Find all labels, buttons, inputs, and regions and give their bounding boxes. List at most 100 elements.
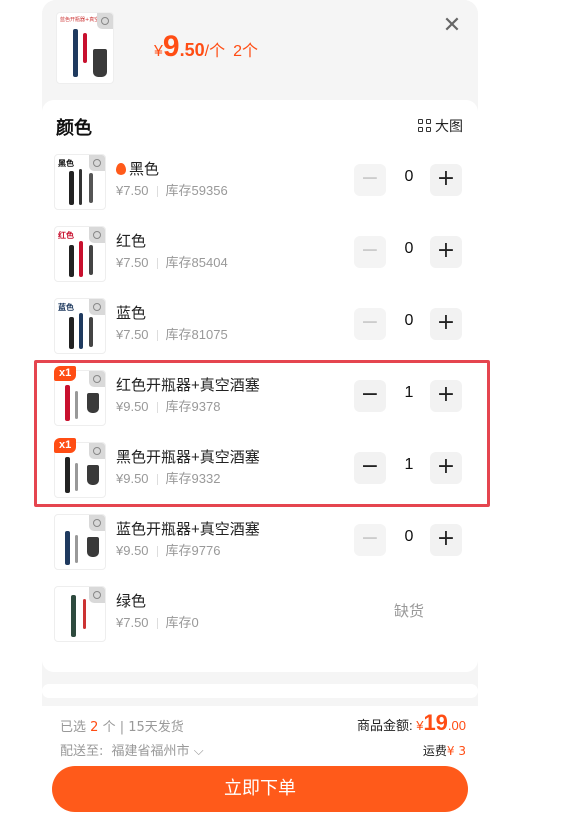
divider — [156, 258, 158, 270]
quantity-value[interactable]: 0 — [394, 312, 424, 330]
variant-name: 蓝色开瓶器+真空酒塞 — [116, 521, 260, 538]
chevron-down-icon[interactable]: ⌵ — [194, 744, 204, 759]
opener-image — [73, 29, 78, 77]
magnify-icon[interactable] — [97, 13, 113, 29]
variant-thumbnail[interactable]: 黑色 — [54, 154, 106, 210]
variant-price: ¥9.50 — [116, 471, 149, 486]
opener-image — [69, 171, 74, 205]
stopper-image — [87, 537, 99, 557]
checkout-footer: 已选 2 个 | 15天发货 配送至: 福建省福州市 ⌵ 商品金额: ¥19.0… — [42, 706, 478, 830]
decrease-button[interactable]: − — [354, 236, 386, 268]
increase-button[interactable]: + — [430, 452, 462, 484]
magnify-icon[interactable] — [89, 371, 105, 387]
opener-image — [79, 241, 83, 277]
opener-image — [65, 457, 70, 493]
variant-row[interactable]: x1 黑色开瓶器+真空酒塞 ¥9.50 库存9332 − 1 + — [54, 438, 466, 500]
stopper-image — [93, 49, 107, 77]
divider — [156, 474, 158, 486]
opener-image — [89, 317, 93, 347]
panel-title: 颜色 — [56, 118, 92, 139]
variant-stock: 库存59356 — [165, 183, 228, 198]
variant-thumbnail[interactable] — [54, 514, 106, 570]
opener-image — [89, 245, 93, 275]
selected-quantity: 2个 — [233, 43, 258, 60]
quantity-value[interactable]: 1 — [394, 456, 424, 474]
freight: 运费¥ 3 — [423, 742, 466, 759]
variant-row[interactable]: 黑色 黑色 ¥7.50 库存59356 − 0 + — [54, 150, 466, 212]
quantity-value[interactable]: 0 — [394, 528, 424, 546]
amount-label: 商品金额: — [356, 718, 413, 733]
amount-decimal: .00 — [447, 718, 466, 733]
place-order-button[interactable]: 立即下单 — [52, 766, 468, 812]
opener-image — [83, 599, 86, 629]
variant-price: ¥7.50 — [116, 615, 149, 630]
variant-row[interactable]: 红色 红色 ¥7.50 库存85404 − 0 + — [54, 222, 466, 284]
variant-row[interactable]: 蓝色开瓶器+真空酒塞 ¥9.50 库存9776 − 0 + — [54, 510, 466, 572]
variant-stock: 库存9332 — [165, 471, 221, 486]
variant-row: 绿色 ¥7.50 库存0 缺货 — [54, 582, 466, 644]
ship-to-address[interactable]: 福建省福州市 — [112, 744, 190, 759]
variant-name: 红色开瓶器+真空酒塞 — [116, 377, 260, 394]
decrease-button[interactable]: − — [354, 524, 386, 556]
variant-meta: ¥7.50 库存59356 — [116, 180, 228, 199]
magnify-icon[interactable] — [89, 227, 105, 243]
thumbnail-tag: 黑色 — [58, 159, 74, 168]
price-decimal: .50 — [179, 40, 205, 60]
decrease-button[interactable]: − — [354, 452, 386, 484]
big-view-button[interactable]: 大图 — [418, 116, 463, 136]
price-integer: 9 — [162, 30, 180, 63]
variant-stock: 库存81075 — [165, 327, 228, 342]
variant-thumbnail[interactable]: 红色 — [54, 226, 106, 282]
thumbnail-tag: 蓝色 — [58, 303, 74, 312]
quantity-value[interactable]: 0 — [394, 240, 424, 258]
variant-meta: ¥7.50 库存85404 — [116, 252, 228, 271]
magnify-icon[interactable] — [89, 299, 105, 315]
goods-amount: 商品金额: ¥19.00 — [357, 710, 466, 736]
variant-thumbnail[interactable] — [54, 586, 106, 642]
quantity-value[interactable]: 1 — [394, 384, 424, 402]
magnify-icon[interactable] — [89, 587, 105, 603]
quantity-value[interactable]: 0 — [394, 168, 424, 186]
magnify-icon[interactable] — [89, 515, 105, 531]
sku-sheet: 蓝色开瓶器+真空酒塞 ¥9.50/个 2个 ✕ 颜色 大图 黑色 黑色 ¥7.5… — [42, 0, 478, 830]
opener-image — [69, 245, 74, 277]
freight-value: ¥ 3 — [446, 744, 466, 758]
price-unit: /个 — [204, 43, 226, 60]
amount-integer: 19 — [423, 710, 448, 735]
opener-image — [79, 169, 82, 205]
currency-symbol: ¥ — [154, 43, 163, 60]
magnify-icon[interactable] — [89, 443, 105, 459]
selected-prefix: 已选 — [60, 720, 87, 735]
product-thumbnail[interactable]: 蓝色开瓶器+真空酒塞 — [56, 12, 114, 84]
variant-thumbnail[interactable]: 蓝色 — [54, 298, 106, 354]
increase-button[interactable]: + — [430, 308, 462, 340]
big-view-label: 大图 — [435, 119, 463, 135]
divider — [156, 330, 158, 342]
decrease-button[interactable]: − — [354, 308, 386, 340]
variant-meta: ¥9.50 库存9332 — [116, 468, 220, 487]
decrease-button[interactable]: − — [354, 380, 386, 412]
variant-row[interactable]: x1 红色开瓶器+真空酒塞 ¥9.50 库存9378 − 1 + — [54, 366, 466, 428]
opener-image — [83, 33, 87, 63]
opener-image — [89, 173, 93, 203]
selected-count-badge: x1 — [54, 438, 77, 453]
variant-name: 红色 — [116, 233, 147, 250]
variant-stock: 库存9776 — [165, 543, 221, 558]
opener-image — [65, 531, 70, 565]
stopper-image — [87, 465, 99, 485]
increase-button[interactable]: + — [430, 236, 462, 268]
increase-button[interactable]: + — [430, 524, 462, 556]
increase-button[interactable]: + — [430, 380, 462, 412]
magnify-icon[interactable] — [89, 155, 105, 171]
close-icon[interactable]: ✕ — [440, 14, 464, 38]
variant-price: ¥7.50 — [116, 255, 149, 270]
ship-to[interactable]: 配送至: 福建省福州市 ⌵ — [60, 740, 204, 759]
variant-name: 绿色 — [116, 593, 147, 610]
increase-button[interactable]: + — [430, 164, 462, 196]
variant-row[interactable]: 蓝色 蓝色 ¥7.50 库存81075 − 0 + — [54, 294, 466, 356]
decrease-button[interactable]: − — [354, 164, 386, 196]
sheet-header: 蓝色开瓶器+真空酒塞 ¥9.50/个 2个 ✕ — [42, 0, 478, 96]
variant-name: 蓝色 — [116, 305, 147, 322]
variant-name: 黑色开瓶器+真空酒塞 — [116, 449, 260, 466]
sold-out-label: 缺货 — [394, 602, 425, 620]
